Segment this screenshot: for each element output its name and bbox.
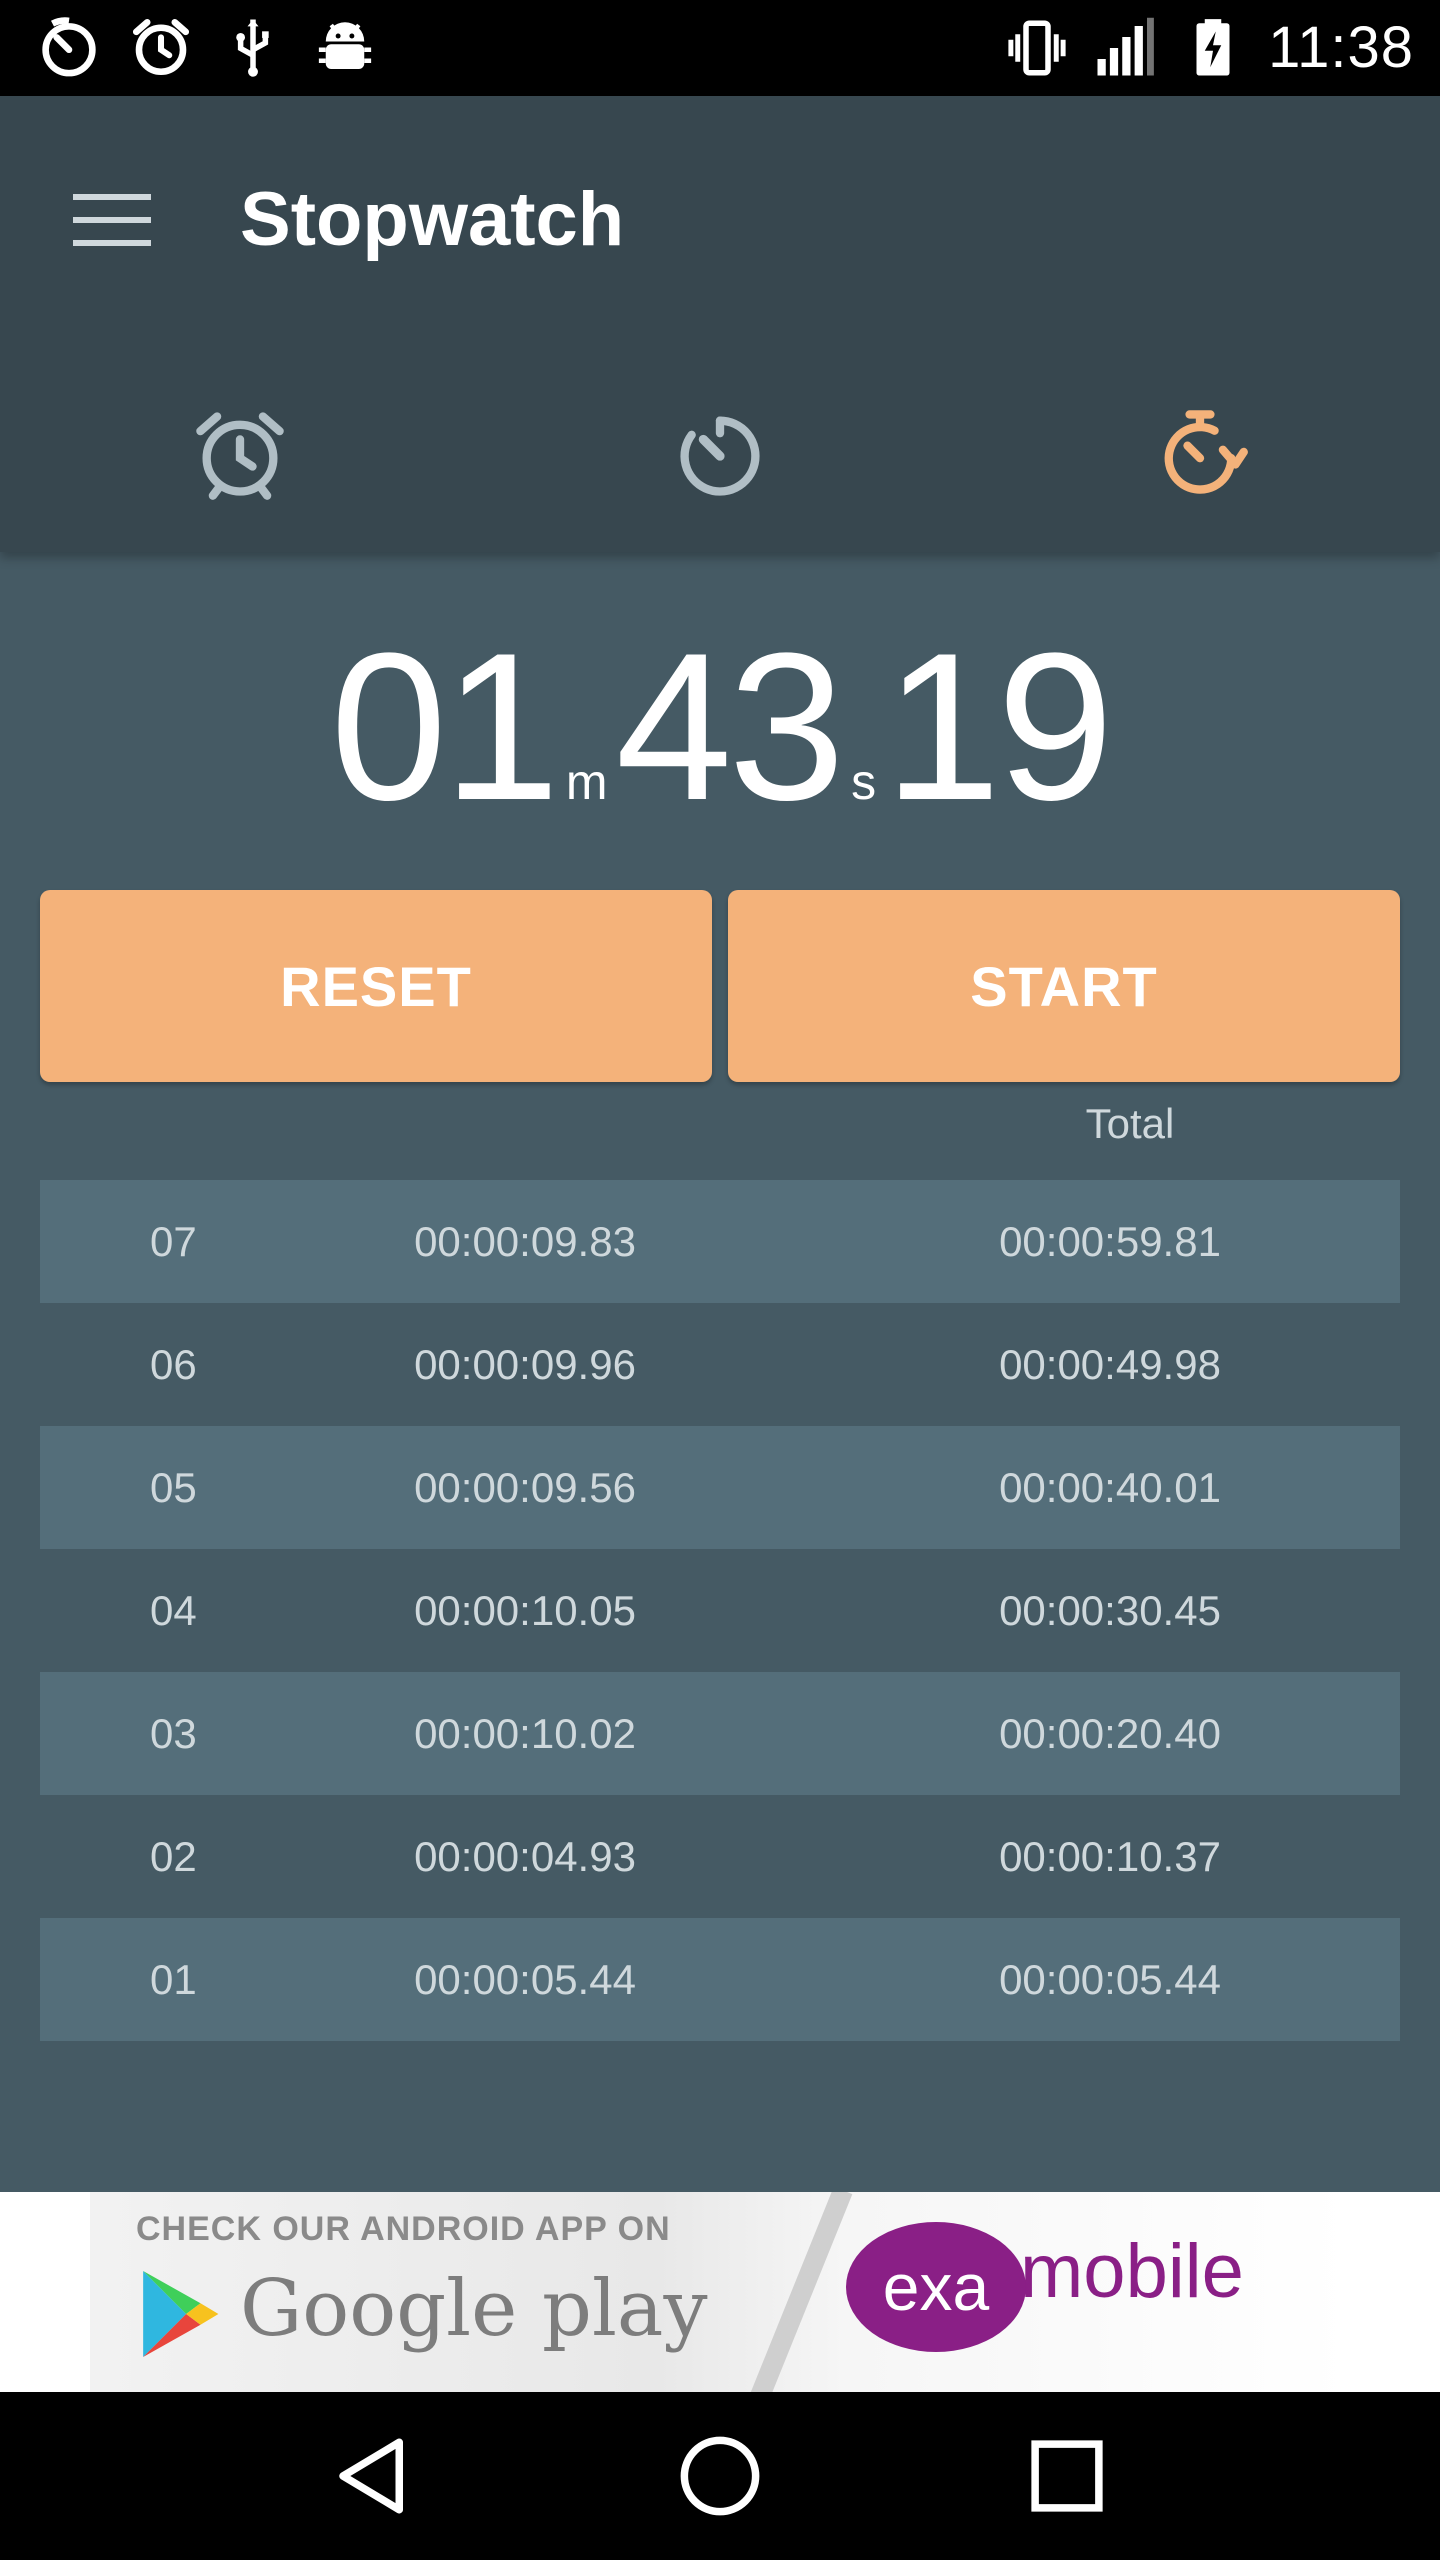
lap-number: 05 (150, 1463, 197, 1511)
status-bar: 11:38 (0, 0, 1440, 96)
timer-icon (42, 17, 96, 77)
total-column-header: Total (1085, 1100, 1175, 1147)
ad-headline: CHECK OUR ANDROID APP ON (136, 2210, 671, 2248)
lap-total-time: 00:00:59.81 (999, 1217, 1221, 1265)
back-icon (339, 2438, 404, 2514)
usb-icon (236, 19, 269, 77)
battery-charging-icon (1196, 19, 1230, 76)
lap-number: 07 (150, 1217, 197, 1265)
minutes-unit: m (565, 754, 608, 810)
lap-time: 00:00:04.93 (414, 1832, 636, 1880)
lap-row: 07 00:00:09.83 00:00:59.81 (40, 1180, 1400, 1303)
lap-row: 03 00:00:10.02 00:00:20.40 (40, 1672, 1400, 1795)
lap-time: 00:00:10.02 (414, 1709, 636, 1757)
elapsed-time-display: 01 m 43 s 19 (0, 612, 1440, 842)
system-icons: 11:38 (1004, 12, 1414, 84)
lap-time: 00:00:09.56 (414, 1463, 636, 1511)
google-play-icon (143, 2271, 219, 2357)
back-button[interactable] (313, 2416, 433, 2536)
lap-time: 00:00:10.05 (414, 1586, 636, 1634)
seconds-unit: s (851, 754, 877, 810)
notification-icons (36, 14, 378, 80)
alarm-clock-icon (196, 412, 284, 500)
start-button[interactable]: START (728, 890, 1400, 1082)
signal-icon (1097, 17, 1155, 76)
ad-banner-content[interactable]: CHECK OUR ANDROID APP ON Google play exa… (90, 2192, 1350, 2392)
stopwatch-screen: 01 m 43 s 19 RESET START Total 07 00:00:0… (0, 552, 1440, 2192)
lap-number: 03 (150, 1709, 197, 1757)
lap-total-time: 00:00:49.98 (999, 1340, 1221, 1388)
lap-row: 04 00:00:10.05 00:00:30.45 (40, 1549, 1400, 1672)
exa-logo-badge: exa (846, 2222, 1026, 2352)
lap-row: 02 00:00:04.93 00:00:10.37 (40, 1795, 1400, 1918)
lap-number: 02 (150, 1832, 197, 1880)
lap-total-time: 00:00:20.40 (999, 1709, 1221, 1757)
timer-icon (680, 416, 760, 496)
tab-alarm[interactable] (0, 356, 480, 552)
menu-button[interactable] (66, 174, 158, 266)
lap-row: 06 00:00:09.96 00:00:49.98 (40, 1303, 1400, 1426)
seconds-value: 43 (615, 609, 846, 844)
lap-time: 00:00:09.83 (414, 1217, 636, 1265)
tab-timer[interactable] (480, 356, 960, 552)
recents-icon (1031, 2440, 1103, 2512)
clock-time: 11:38 (1268, 15, 1414, 80)
ad-divider (747, 2192, 853, 2392)
lap-total-time: 00:00:10.37 (999, 1832, 1221, 1880)
ad-banner[interactable]: CHECK OUR ANDROID APP ON Google play exa… (0, 2192, 1440, 2392)
laps-list: 07 00:00:09.83 00:00:59.81 06 00:00:09.96 00:… (40, 1180, 1400, 2041)
stopwatch-icon (1164, 410, 1248, 494)
lap-time: 00:00:09.96 (414, 1340, 636, 1388)
brand-name: mobile (1020, 2229, 1244, 2314)
hamburger-menu-icon (73, 194, 151, 246)
lap-row: 01 00:00:05.44 00:00:05.44 (40, 1918, 1400, 2041)
lap-total-time: 00:00:30.45 (999, 1586, 1221, 1634)
lap-number: 06 (150, 1340, 197, 1388)
recents-button[interactable] (1007, 2416, 1127, 2536)
vibrate-icon (1008, 20, 1066, 76)
tab-bar (0, 356, 1440, 552)
reset-button[interactable]: RESET (40, 890, 712, 1082)
lap-time: 00:00:05.44 (414, 1955, 636, 2003)
lap-total-time: 00:00:05.44 (999, 1955, 1221, 2003)
home-icon (680, 2436, 760, 2516)
minutes-value: 01 (330, 609, 560, 844)
home-button[interactable] (660, 2416, 780, 2536)
navigation-bar (0, 2392, 1440, 2560)
ad-store-name: Google play (240, 2264, 708, 2354)
app-bar: Stopwatch (0, 96, 1440, 552)
lap-total-time: 00:00:40.01 (999, 1463, 1221, 1511)
android-debug-icon (318, 22, 372, 69)
hundredths-value: 19 (884, 609, 1114, 844)
alarm-icon (132, 18, 190, 76)
lap-number: 04 (150, 1586, 197, 1634)
control-buttons: RESET START (40, 890, 1400, 1082)
app-title: Stopwatch (240, 177, 625, 262)
lap-row: 05 00:00:09.56 00:00:40.01 (40, 1426, 1400, 1549)
lap-number: 01 (150, 1955, 197, 2003)
tab-stopwatch[interactable] (960, 356, 1440, 552)
